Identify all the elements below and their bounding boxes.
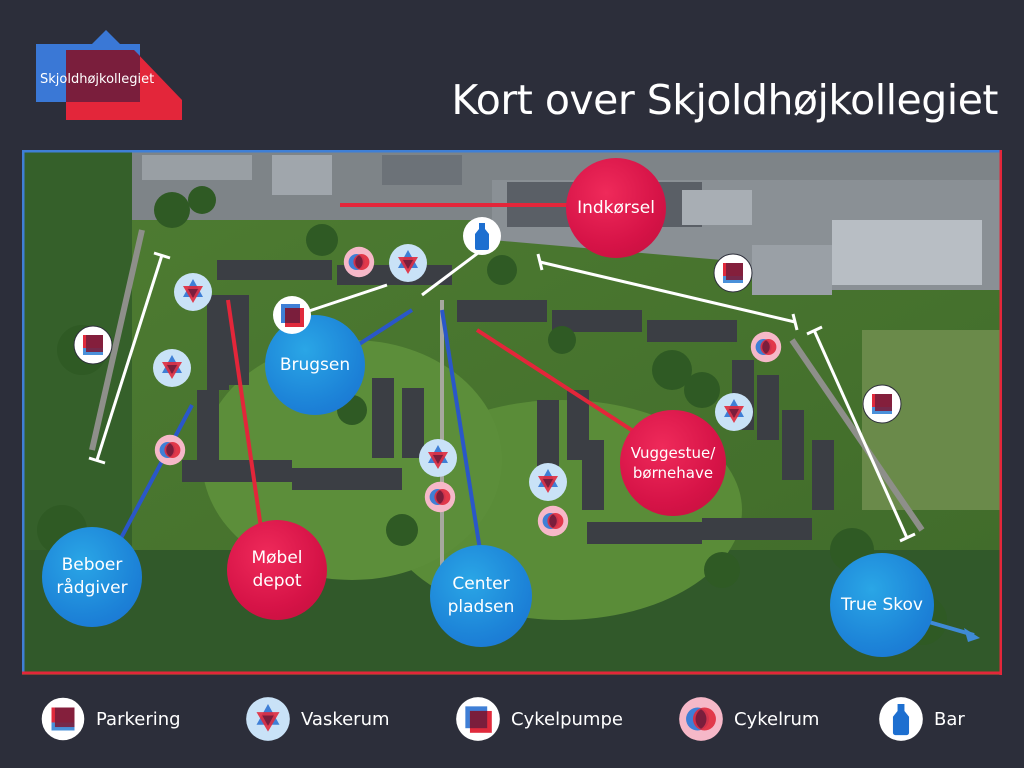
label-vuggestue-text: Vuggestue/ børnehave xyxy=(630,443,716,482)
parking-icon xyxy=(73,325,113,365)
label-mobel-text: Møbel depot xyxy=(251,548,303,591)
label-mobeldepot: Møbel depot xyxy=(227,520,327,620)
label-center-text: Center pladsen xyxy=(447,574,515,617)
legend-vaskerum-label: Vaskerum xyxy=(301,708,390,730)
bar-icon xyxy=(462,216,502,256)
label-beboer-text: Beboer rådgiver xyxy=(56,555,128,598)
laundry-star-icon xyxy=(714,392,754,432)
legend-cykelpumpe-label: Cykelpumpe xyxy=(511,708,623,730)
bike-room-icon xyxy=(154,434,186,466)
laundry-star-icon xyxy=(152,348,192,388)
logo-text: Skjoldhøjkollegiet xyxy=(40,72,155,87)
bike-pump-icon xyxy=(272,295,312,335)
legend-parkering: Parkering xyxy=(40,696,181,742)
parking-icon xyxy=(862,384,902,424)
legend-vaskerum: Vaskerum xyxy=(245,696,390,742)
bike-pump-icon xyxy=(455,696,501,742)
laundry-star-icon xyxy=(528,462,568,502)
laundry-star-icon xyxy=(245,696,291,742)
label-centerpladsen: Center pladsen xyxy=(430,545,532,647)
label-true-skov: True Skov xyxy=(830,553,934,657)
bike-room-icon xyxy=(343,246,375,278)
label-indkorsel-text: Indkørsel xyxy=(577,197,655,218)
laundry-star-icon xyxy=(418,438,458,478)
legend-cykelpumpe: Cykelpumpe xyxy=(455,696,623,742)
bike-room-icon xyxy=(678,696,724,742)
bike-room-icon xyxy=(424,481,456,513)
label-vuggestue: Vuggestue/ børnehave xyxy=(620,410,726,516)
legend-bar-label: Bar xyxy=(934,708,965,730)
bike-room-icon xyxy=(750,331,782,363)
parking-icon xyxy=(713,253,753,293)
label-brugsen-text: Brugsen xyxy=(279,354,351,375)
page-title: Kort over Skjoldhøjkollegiet xyxy=(451,76,998,124)
laundry-star-icon xyxy=(388,243,428,283)
label-beboerraadgiver: Beboer rådgiver xyxy=(42,527,142,627)
label-indkorsel: Indkørsel xyxy=(566,158,666,258)
parking-icon xyxy=(40,696,86,742)
legend-bar: Bar xyxy=(878,696,965,742)
legend-parkering-label: Parkering xyxy=(96,708,181,730)
bike-room-icon xyxy=(537,505,569,537)
bottle-icon xyxy=(878,696,924,742)
label-true-skov-text: True Skov xyxy=(840,594,923,615)
legend-cykelrum-label: Cykelrum xyxy=(734,708,820,730)
laundry-star-icon xyxy=(173,272,213,312)
legend-cykelrum: Cykelrum xyxy=(678,696,819,742)
